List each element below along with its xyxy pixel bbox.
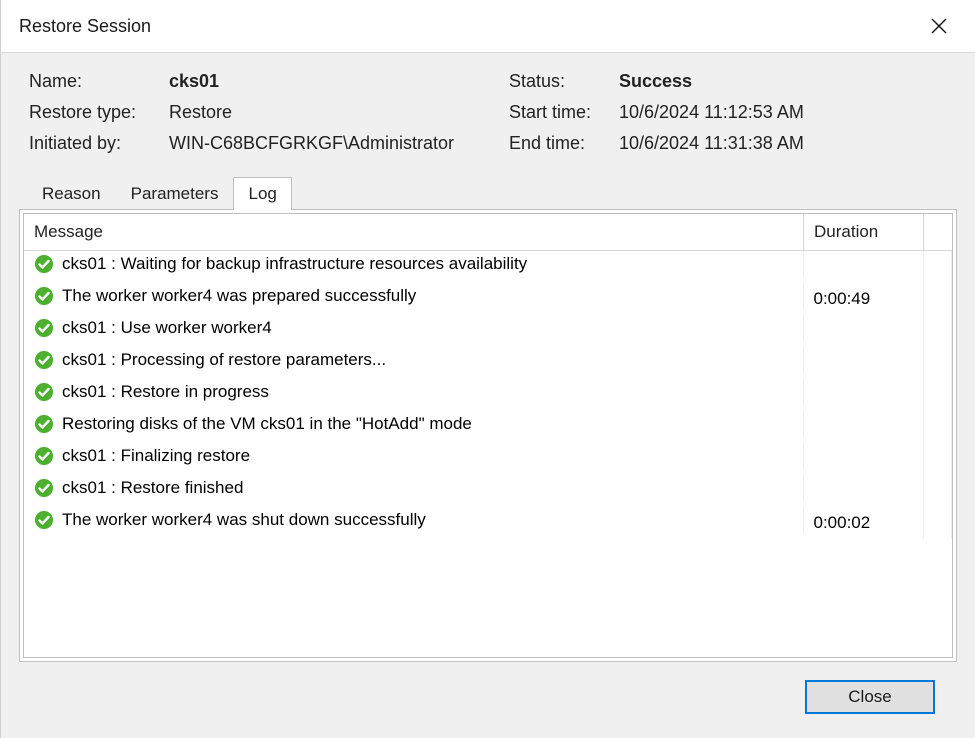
success-icon [34, 254, 54, 274]
log-table-wrap: Message Duration cks01 : Waiting for bac… [23, 213, 953, 658]
close-button[interactable]: Close [805, 680, 935, 714]
duration-cell [804, 475, 924, 507]
restore-session-dialog: Restore Session Name: cks01 Status: Succ… [0, 0, 975, 738]
gutter-cell [924, 379, 952, 411]
message-text: Restoring disks of the VM cks01 in the "… [62, 414, 472, 434]
col-duration-header[interactable]: Duration [804, 214, 924, 251]
message-text: cks01 : Processing of restore parameters… [62, 350, 386, 370]
status-label: Status: [509, 71, 609, 92]
gutter-cell [924, 283, 952, 315]
duration-cell [804, 443, 924, 475]
message-text: cks01 : Restore in progress [62, 382, 269, 402]
success-icon [34, 286, 54, 306]
duration-cell [804, 379, 924, 411]
gutter-cell [924, 315, 952, 347]
table-row[interactable]: The worker worker4 was prepared successf… [24, 283, 952, 315]
duration-cell [804, 411, 924, 443]
gutter-cell [924, 411, 952, 443]
duration-cell [804, 251, 924, 283]
col-gutter [924, 214, 952, 251]
message-cell: cks01 : Restore finished [24, 475, 804, 501]
message-text: cks01 : Finalizing restore [62, 446, 250, 466]
success-icon [34, 478, 54, 498]
gutter-cell [924, 475, 952, 507]
gutter-cell [924, 347, 952, 379]
titlebar: Restore Session [1, 0, 975, 52]
initiated-by-label: Initiated by: [29, 133, 159, 154]
success-icon [34, 318, 54, 338]
duration-cell [804, 315, 924, 347]
initiated-by-value: WIN-C68BCFGRKGF\Administrator [169, 133, 499, 154]
message-cell: Restoring disks of the VM cks01 in the "… [24, 411, 804, 437]
success-icon [34, 350, 54, 370]
duration-cell [804, 347, 924, 379]
col-message-header[interactable]: Message [24, 214, 804, 251]
success-icon [34, 446, 54, 466]
message-text: The worker worker4 was prepared successf… [62, 286, 416, 306]
tabs: Reason Parameters Log [19, 176, 957, 209]
gutter-cell [924, 443, 952, 475]
window-title: Restore Session [19, 16, 151, 37]
message-cell: cks01 : Finalizing restore [24, 443, 804, 469]
message-cell: cks01 : Waiting for backup infrastructur… [24, 251, 804, 277]
gutter-cell [924, 507, 952, 539]
gutter-cell [924, 251, 952, 283]
table-row[interactable]: The worker worker4 was shut down success… [24, 507, 952, 539]
start-time-value: 10/6/2024 11:12:53 AM [619, 102, 957, 123]
table-row[interactable]: Restoring disks of the VM cks01 in the "… [24, 411, 952, 443]
footer: Close [19, 662, 957, 738]
start-time-label: Start time: [509, 102, 609, 123]
log-table: Message Duration cks01 : Waiting for bac… [24, 214, 952, 539]
log-panel: Message Duration cks01 : Waiting for bac… [19, 209, 957, 662]
end-time-value: 10/6/2024 11:31:38 AM [619, 133, 957, 154]
close-icon[interactable] [917, 10, 961, 42]
status-value: Success [619, 71, 957, 92]
message-text: The worker worker4 was shut down success… [62, 510, 426, 530]
message-text: cks01 : Waiting for backup infrastructur… [62, 254, 527, 274]
duration-cell: 0:00:02 [804, 507, 924, 539]
tab-log[interactable]: Log [233, 177, 291, 210]
message-text: cks01 : Use worker worker4 [62, 318, 272, 338]
name-label: Name: [29, 71, 159, 92]
end-time-label: End time: [509, 133, 609, 154]
tab-parameters[interactable]: Parameters [116, 177, 234, 210]
table-filler [24, 539, 952, 658]
duration-cell: 0:00:49 [804, 283, 924, 315]
content-area: Name: cks01 Status: Success Restore type… [1, 52, 975, 738]
table-row[interactable]: cks01 : Processing of restore parameters… [24, 347, 952, 379]
message-cell: cks01 : Processing of restore parameters… [24, 347, 804, 373]
table-row[interactable]: cks01 : Use worker worker4 [24, 315, 952, 347]
message-text: cks01 : Restore finished [62, 478, 243, 498]
message-cell: The worker worker4 was prepared successf… [24, 283, 804, 309]
session-header: Name: cks01 Status: Success Restore type… [19, 71, 957, 154]
name-value: cks01 [169, 71, 499, 92]
message-cell: cks01 : Restore in progress [24, 379, 804, 405]
success-icon [34, 382, 54, 402]
restore-type-label: Restore type: [29, 102, 159, 123]
success-icon [34, 414, 54, 434]
table-row[interactable]: cks01 : Restore in progress [24, 379, 952, 411]
restore-type-value: Restore [169, 102, 499, 123]
message-cell: The worker worker4 was shut down success… [24, 507, 804, 533]
message-cell: cks01 : Use worker worker4 [24, 315, 804, 341]
tab-reason[interactable]: Reason [27, 177, 116, 210]
table-row[interactable]: cks01 : Waiting for backup infrastructur… [24, 251, 952, 283]
success-icon [34, 510, 54, 530]
table-row[interactable]: cks01 : Restore finished [24, 475, 952, 507]
table-row[interactable]: cks01 : Finalizing restore [24, 443, 952, 475]
